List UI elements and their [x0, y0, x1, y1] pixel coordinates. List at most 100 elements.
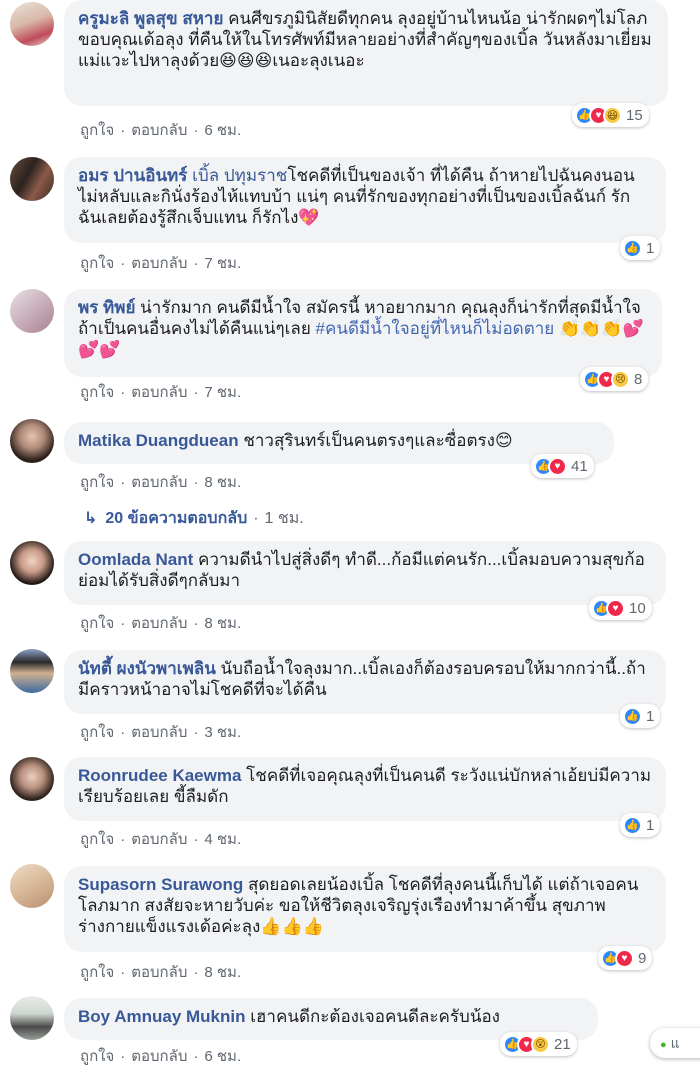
reaction-count: 1 [646, 239, 655, 257]
comment-author[interactable]: พร ทิพย์ [78, 298, 135, 317]
reaction-count: 1 [646, 816, 655, 834]
reaction-summary[interactable]: 👍 ♥ 9 [598, 946, 653, 970]
like-link[interactable]: ถูกใจ [80, 380, 114, 404]
haha-reaction-icon: 😆 [603, 105, 622, 125]
avatar[interactable] [10, 419, 54, 463]
reply-link[interactable]: ตอบกลับ [131, 470, 187, 494]
comment-bubble: Oomlada Nant ความดีนำไปสู่สิ่งดีๆ ทำดี..… [64, 541, 666, 605]
reaction-count: 10 [629, 599, 646, 617]
like-link[interactable]: ถูกใจ [80, 960, 114, 984]
separator-dot: · [120, 831, 126, 848]
reaction-summary[interactable]: 👍 ♥ 10 [589, 596, 652, 620]
comment-author[interactable]: ครูมะลิ พูลสุข สหาย [78, 9, 223, 28]
comment-timestamp[interactable]: 6 ชม. [204, 118, 241, 142]
reaction-summary[interactable]: 👍 ♥ 41 [531, 454, 594, 478]
like-link[interactable]: ถูกใจ [80, 1044, 114, 1068]
reply-link[interactable]: ตอบกลับ [131, 720, 187, 744]
comment-author[interactable]: Roonrudee Kaewma [78, 766, 241, 785]
reaction-summary[interactable]: 👍 1 [620, 704, 661, 728]
comment-author[interactable]: อมร ปานอินทร์ [78, 166, 187, 185]
comment-bubble: อมร ปานอินทร์ เบิ้ล ปทุมราชโชคดีที่เป็นข… [64, 157, 666, 243]
separator-dot: · [120, 724, 126, 741]
reply-link[interactable]: ตอบกลับ [131, 251, 187, 275]
reaction-summary[interactable]: 👍 ♥ 😮 21 [500, 1032, 577, 1056]
avatar[interactable] [10, 864, 54, 908]
reaction-count: 1 [646, 707, 655, 725]
like-reaction-icon: 👍 [623, 815, 642, 835]
like-link[interactable]: ถูกใจ [80, 118, 114, 142]
comment-author[interactable]: Boy Amnuay Muknin [78, 1007, 246, 1026]
comment-timestamp[interactable]: 7 ชม. [204, 251, 241, 275]
avatar[interactable] [10, 289, 54, 333]
separator-dot: · [193, 615, 199, 632]
reaction-count: 15 [626, 106, 643, 124]
comment-actions: ถูกใจ · ตอบกลับ · 6 ชม. [80, 1044, 241, 1068]
like-link[interactable]: ถูกใจ [80, 470, 114, 494]
like-link[interactable]: ถูกใจ [80, 827, 114, 851]
comment-actions: ถูกใจ · ตอบกลับ · 4 ชม. [80, 827, 241, 851]
reply-link[interactable]: ตอบกลับ [131, 827, 187, 851]
like-link[interactable]: ถูกใจ [80, 720, 114, 744]
comment-text: เฮาคนดีกะต้องเจอคนดีละครับน้อง [245, 1007, 500, 1026]
comment-author[interactable]: นัทตี้ ผงนัวพาเพลิน [78, 659, 216, 678]
separator-dot: · [193, 255, 199, 272]
love-reaction-icon: ♥ [548, 456, 567, 476]
comment-timestamp[interactable]: 6 ชม. [204, 1044, 241, 1068]
love-reaction-icon: ♥ [615, 948, 634, 968]
avatar[interactable] [10, 157, 54, 201]
separator-dot: · [120, 964, 126, 981]
replies-timestamp: 1 ชม. [264, 510, 304, 527]
separator-dot: · [193, 384, 199, 401]
comment-actions: ถูกใจ · ตอบกลับ · 8 ชม. [80, 960, 241, 984]
reaction-summary[interactable]: 👍 ♥ 😢 8 [580, 367, 649, 391]
comment-author[interactable]: Matika Duangduean [78, 431, 239, 450]
separator-dot: · [120, 255, 126, 272]
chat-label: แ [670, 1035, 680, 1051]
reply-link[interactable]: ตอบกลับ [131, 611, 187, 635]
reply-link[interactable]: ตอบกลับ [131, 118, 187, 142]
tagged-user[interactable]: เบิ้ล ปทุมราช [192, 166, 287, 185]
chat-sidebar-pill[interactable]: ● แ [650, 1028, 700, 1058]
view-replies-link[interactable]: ↳ 20 ข้อความตอบกลับ · 1 ชม. [84, 506, 304, 531]
reaction-summary[interactable]: 👍 ♥ 😆 15 [572, 103, 649, 127]
separator-dot: · [193, 474, 199, 491]
comment-timestamp[interactable]: 7 ชม. [204, 380, 241, 404]
sad-reaction-icon: 😢 [611, 369, 630, 389]
reaction-count: 8 [634, 370, 643, 388]
reply-link[interactable]: ตอบกลับ [131, 380, 187, 404]
separator-dot: · [193, 724, 199, 741]
reaction-count: 21 [554, 1035, 571, 1053]
reaction-summary[interactable]: 👍 1 [620, 813, 661, 837]
separator-dot: · [120, 384, 126, 401]
separator-dot: · [253, 510, 259, 527]
comment-bubble: Roonrudee Kaewma โชคดีที่เจอคุณลุงที่เป็… [64, 757, 666, 821]
comment-bubble: นัทตี้ ผงนัวพาเพลิน นับถือน้ำใจลุงมาก..เ… [64, 650, 666, 714]
hashtag-link[interactable]: #คนดีมีน้ำใจอยู่ที่ไหนก็ไม่อดตาย [316, 319, 555, 338]
comment-actions: ถูกใจ · ตอบกลับ · 7 ชม. [80, 380, 241, 404]
like-link[interactable]: ถูกใจ [80, 611, 114, 635]
comment-timestamp[interactable]: 3 ชม. [204, 720, 241, 744]
like-reaction-icon: 👍 [623, 706, 642, 726]
avatar[interactable] [10, 757, 54, 801]
comment-timestamp[interactable]: 8 ชม. [204, 611, 241, 635]
comment-timestamp[interactable]: 8 ชม. [204, 960, 241, 984]
comment-author[interactable]: Oomlada Nant [78, 550, 193, 569]
comment-timestamp[interactable]: 8 ชม. [204, 470, 241, 494]
separator-dot: · [193, 122, 199, 139]
like-reaction-icon: 👍 [623, 238, 642, 258]
comment-timestamp[interactable]: 4 ชม. [204, 827, 241, 851]
like-link[interactable]: ถูกใจ [80, 251, 114, 275]
reply-link[interactable]: ตอบกลับ [131, 1044, 187, 1068]
reaction-count: 9 [638, 949, 647, 967]
avatar[interactable] [10, 541, 54, 585]
avatar[interactable] [10, 649, 54, 693]
separator-dot: · [193, 831, 199, 848]
comment-actions: ถูกใจ · ตอบกลับ · 7 ชม. [80, 251, 241, 275]
avatar[interactable] [10, 996, 54, 1040]
separator-dot: · [193, 964, 199, 981]
avatar[interactable] [10, 2, 54, 46]
comment-author[interactable]: Supasorn Surawong [78, 875, 243, 894]
replies-count-label[interactable]: 20 ข้อความตอบกลับ [105, 510, 247, 527]
reaction-summary[interactable]: 👍 1 [620, 236, 661, 260]
reply-link[interactable]: ตอบกลับ [131, 960, 187, 984]
